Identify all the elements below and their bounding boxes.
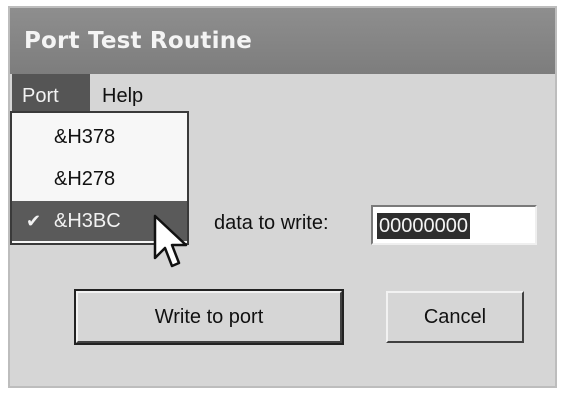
port-option-h278[interactable]: &H278 bbox=[12, 159, 187, 199]
checkmark-icon: ✔ bbox=[26, 211, 42, 231]
data-to-write-input[interactable]: 00000000 bbox=[371, 205, 537, 245]
window-title: Port Test Routine bbox=[24, 28, 253, 54]
data-to-write-label: data to write: bbox=[214, 212, 329, 234]
title-bar[interactable]: Port Test Routine bbox=[10, 8, 555, 74]
mouse-pointer-icon bbox=[153, 214, 188, 268]
data-to-write-value: 00000000 bbox=[377, 213, 470, 239]
port-option-label: &H378 bbox=[54, 126, 116, 148]
port-option-h378[interactable]: &H378 bbox=[12, 117, 187, 157]
port-option-label: &H3BC bbox=[54, 210, 121, 232]
cancel-button[interactable]: Cancel bbox=[386, 291, 524, 343]
write-to-port-button[interactable]: Write to port bbox=[76, 291, 342, 343]
port-option-label: &H278 bbox=[54, 168, 116, 190]
